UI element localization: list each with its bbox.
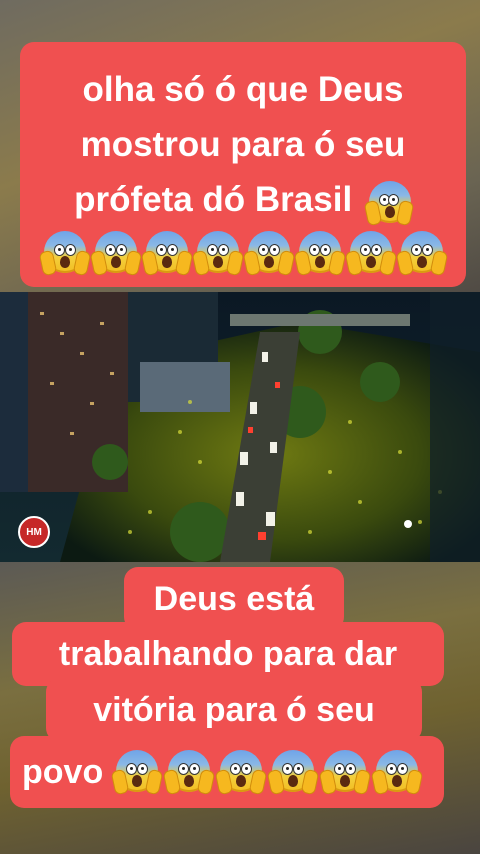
bottom-caption-line-4: povo [22, 753, 104, 791]
bottom-caption-line-2-box: trabalhando para dar [12, 622, 444, 686]
screaming-face-icon [266, 748, 320, 796]
watermark-logo-text: HM [26, 526, 42, 538]
screaming-face-icon [162, 748, 216, 796]
bottom-caption-line-1: Deus está [153, 580, 315, 618]
screaming-face-icon [363, 179, 415, 226]
emoji-row [36, 229, 450, 277]
screaming-face-icon [140, 229, 193, 277]
bottom-caption-line-4-box: povo [10, 736, 444, 808]
screaming-face-icon [344, 229, 397, 277]
bottom-caption-line-3: vitória para ó seu [93, 691, 375, 729]
screaming-face-icon [214, 748, 268, 796]
top-caption-line-2: mostrou para ó seu [80, 125, 406, 164]
aerial-crowd-image [0, 292, 480, 562]
bottom-caption-line-3-box: vitória para ó seu [46, 678, 422, 742]
watermark-logo: HM [18, 516, 50, 548]
screaming-face-icon [89, 229, 142, 277]
top-caption-line-3: prófeta dó Brasil [36, 172, 450, 227]
screaming-face-icon [395, 229, 448, 277]
screaming-face-icon [38, 229, 91, 277]
screaming-face-icon [370, 748, 424, 796]
screaming-face-icon [242, 229, 295, 277]
screaming-face-icon [293, 229, 346, 277]
top-caption-line-1: olha só ó que Deus [82, 70, 404, 109]
screaming-face-icon [110, 748, 164, 796]
top-caption: olha só ó que Deus mostrou para ó seu pr… [20, 42, 466, 287]
screaming-face-icon [191, 229, 244, 277]
screaming-face-icon [318, 748, 372, 796]
bottom-caption-line-2: trabalhando para dar [58, 635, 398, 673]
top-caption-line-3-text: prófeta dó Brasil [74, 180, 353, 219]
aerial-crowd-photo: HM [0, 292, 480, 562]
